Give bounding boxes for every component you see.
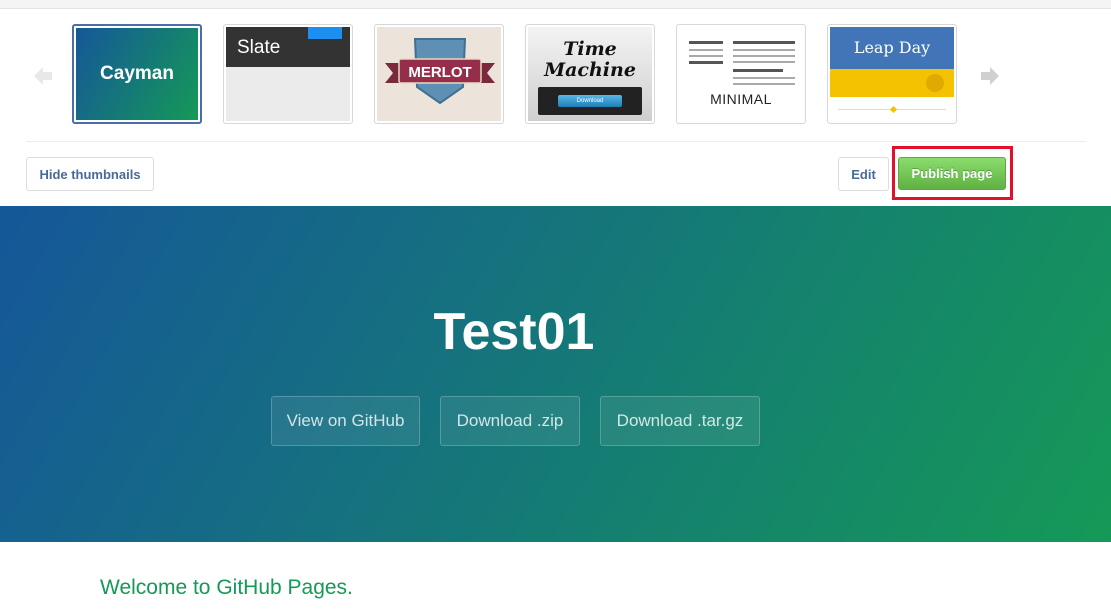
theme-thumbnail-merlot[interactable]: MERLOT bbox=[374, 24, 504, 124]
theme-label: MINIMAL bbox=[710, 91, 772, 107]
hero-banner: Test01 View on GitHub Download .zip Down… bbox=[0, 206, 1111, 542]
merlot-badge: MERLOT bbox=[385, 38, 495, 105]
top-strip bbox=[0, 0, 1111, 9]
theme-thumbnail-leap-day[interactable]: Leap Day bbox=[827, 24, 957, 124]
theme-thumbnail-time-machine[interactable]: Time Machine Download bbox=[525, 24, 655, 124]
highlight-box bbox=[892, 146, 1013, 200]
download-bar: Download bbox=[538, 87, 642, 115]
theme-thumbnail-minimal[interactable]: MINIMAL bbox=[676, 24, 806, 124]
arrow-left-icon[interactable] bbox=[30, 63, 56, 89]
hide-thumbnails-button[interactable]: Hide thumbnails bbox=[26, 157, 154, 191]
view-on-github-button[interactable]: View on GitHub bbox=[271, 396, 420, 446]
download-mini-button: Download bbox=[558, 95, 622, 107]
theme-label: Leap Day bbox=[853, 38, 931, 57]
theme-label: MERLOT bbox=[408, 64, 471, 81]
edit-button[interactable]: Edit bbox=[838, 157, 889, 191]
github-octocat-icon bbox=[926, 74, 944, 92]
theme-label: Time bbox=[563, 38, 617, 60]
download-zip-button[interactable]: Download .zip bbox=[440, 396, 580, 446]
download-targz-button[interactable]: Download .tar.gz bbox=[600, 396, 760, 446]
welcome-heading: Welcome to GitHub Pages. bbox=[100, 576, 353, 599]
theme-label-line2: Machine bbox=[544, 59, 636, 81]
page-title: Test01 bbox=[433, 303, 595, 361]
divider bbox=[26, 141, 1086, 142]
theme-label: Slate bbox=[237, 37, 281, 58]
arrow-right-icon[interactable] bbox=[977, 63, 1003, 89]
theme-thumbnail-cayman[interactable]: Cayman bbox=[72, 24, 202, 124]
theme-label: Cayman bbox=[100, 63, 174, 84]
theme-thumbnail-slate[interactable]: Slate bbox=[223, 24, 353, 124]
